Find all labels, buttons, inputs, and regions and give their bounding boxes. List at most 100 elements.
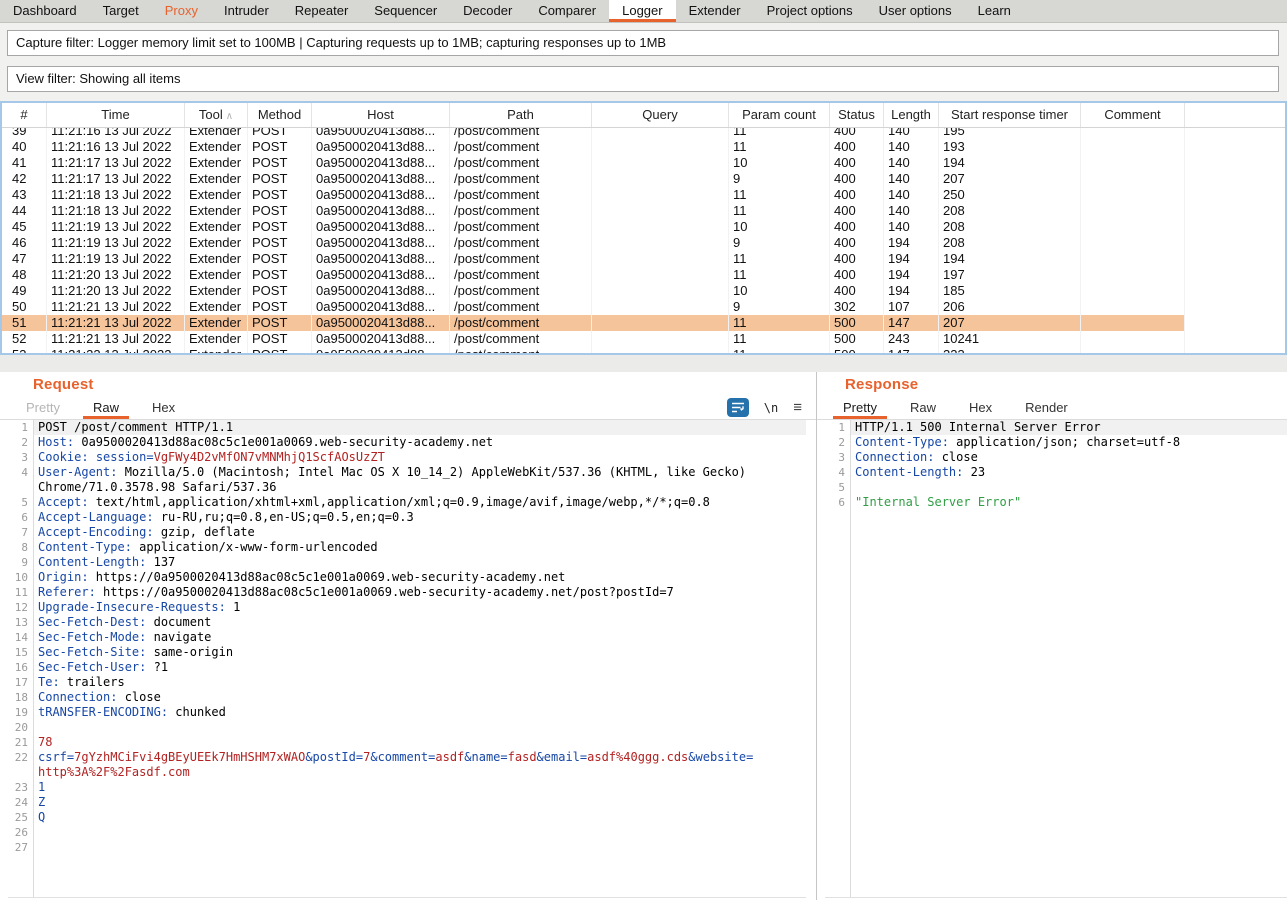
log-row-39[interactable]: 3911:21:16 13 Jul 2022ExtenderPOST0a9500… — [2, 128, 1285, 139]
cell: 43 — [2, 187, 47, 203]
log-row-53[interactable]: 5311:21:22 13 Jul 2022ExtenderPOST0a9500… — [2, 347, 1285, 353]
column-header-filler — [1185, 103, 1285, 127]
log-row-41[interactable]: 4111:21:17 13 Jul 2022ExtenderPOST0a9500… — [2, 155, 1285, 171]
menu-tab-target[interactable]: Target — [90, 0, 152, 22]
line-number: 1 — [8, 420, 33, 435]
line-content: Sec-Fetch-Dest: document — [33, 615, 806, 630]
column-header-method[interactable]: Method — [248, 103, 312, 127]
column-header-status[interactable]: Status — [830, 103, 884, 127]
cell: 11:21:21 13 Jul 2022 — [47, 299, 185, 315]
capture-filter-bar[interactable]: Capture filter: Logger memory limit set … — [7, 30, 1279, 56]
cell: POST — [248, 155, 312, 171]
request-panel-title: Request — [33, 376, 94, 393]
log-row-46[interactable]: 4611:21:19 13 Jul 2022ExtenderPOST0a9500… — [2, 235, 1285, 251]
menu-tab-project-options[interactable]: Project options — [754, 0, 866, 22]
column-header-comment[interactable]: Comment — [1081, 103, 1185, 127]
cell: POST — [248, 283, 312, 299]
cell — [1081, 203, 1185, 219]
line-number: 2 — [825, 435, 850, 450]
cell: 208 — [939, 219, 1081, 235]
menu-tab-comparer[interactable]: Comparer — [525, 0, 609, 22]
response-tab-raw[interactable]: Raw — [900, 398, 946, 419]
cell: Extender — [185, 283, 248, 299]
column-header-host[interactable]: Host — [312, 103, 450, 127]
request-tab-hex[interactable]: Hex — [142, 398, 185, 419]
menu-tab-logger[interactable]: Logger — [609, 0, 675, 22]
line-number: 26 — [8, 825, 33, 840]
cell: 140 — [884, 155, 939, 171]
column-header-param-count[interactable]: Param count — [729, 103, 830, 127]
cell: 0a9500020413d88... — [312, 315, 450, 331]
log-row-45[interactable]: 4511:21:19 13 Jul 2022ExtenderPOST0a9500… — [2, 219, 1285, 235]
menu-tab-repeater[interactable]: Repeater — [282, 0, 361, 22]
line-number: 5 — [8, 495, 33, 510]
cell — [1081, 331, 1185, 347]
cell: 47 — [2, 251, 47, 267]
horizontal-splitter[interactable] — [0, 355, 1287, 372]
line-content: http%3A%2F%2Fasdf.com — [33, 765, 806, 780]
log-row-49[interactable]: 4911:21:20 13 Jul 2022ExtenderPOST0a9500… — [2, 283, 1285, 299]
line-number: 20 — [8, 720, 33, 735]
cell: 53 — [2, 347, 47, 353]
cell: /post/comment — [450, 219, 592, 235]
cell: /post/comment — [450, 331, 592, 347]
log-row-51[interactable]: 5111:21:21 13 Jul 2022ExtenderPOST0a9500… — [2, 315, 1285, 331]
editor-line: 11Referer: https://0a9500020413d88ac08c5… — [8, 585, 806, 600]
cell: 39 — [2, 128, 47, 139]
menu-tab-proxy[interactable]: Proxy — [152, 0, 211, 22]
cell: POST — [248, 171, 312, 187]
column-header-tool[interactable]: Tool∧ — [185, 103, 248, 127]
cell — [1185, 139, 1285, 155]
request-tab-raw[interactable]: Raw — [83, 398, 129, 419]
log-row-42[interactable]: 4211:21:17 13 Jul 2022ExtenderPOST0a9500… — [2, 171, 1285, 187]
cell: 11 — [729, 331, 830, 347]
column-header-#[interactable]: # — [2, 103, 47, 127]
request-tabs: Pretty Raw Hex — [16, 398, 198, 419]
menu-tab-learn[interactable]: Learn — [965, 0, 1024, 22]
line-number: 4 — [8, 465, 33, 480]
log-row-50[interactable]: 5011:21:21 13 Jul 2022ExtenderPOST0a9500… — [2, 299, 1285, 315]
line-content: Content-Length: 23 — [850, 465, 1287, 480]
column-header-path[interactable]: Path — [450, 103, 592, 127]
log-row-47[interactable]: 4711:21:19 13 Jul 2022ExtenderPOST0a9500… — [2, 251, 1285, 267]
column-header-query[interactable]: Query — [592, 103, 729, 127]
cell: 400 — [830, 251, 884, 267]
line-content: Sec-Fetch-Mode: navigate — [33, 630, 806, 645]
menu-tab-intruder[interactable]: Intruder — [211, 0, 282, 22]
column-header-length[interactable]: Length — [884, 103, 939, 127]
response-tab-pretty[interactable]: Pretty — [833, 398, 887, 419]
menu-tab-extender[interactable]: Extender — [676, 0, 754, 22]
cell: 207 — [939, 171, 1081, 187]
word-wrap-icon[interactable] — [727, 398, 749, 417]
editor-menu-icon[interactable]: ≡ — [793, 398, 802, 417]
response-tab-render[interactable]: Render — [1015, 398, 1078, 419]
editor-line: 13Sec-Fetch-Dest: document — [8, 615, 806, 630]
line-content: User-Agent: Mozilla/5.0 (Macintosh; Inte… — [33, 465, 806, 480]
view-filter-bar[interactable]: View filter: Showing all items — [7, 66, 1279, 92]
menu-tab-user-options[interactable]: User options — [866, 0, 965, 22]
response-tab-hex[interactable]: Hex — [959, 398, 1002, 419]
menu-tab-dashboard[interactable]: Dashboard — [0, 0, 90, 22]
response-editor[interactable]: 1HTTP/1.1 500 Internal Server Error2Cont… — [825, 420, 1287, 898]
log-row-44[interactable]: 4411:21:18 13 Jul 2022ExtenderPOST0a9500… — [2, 203, 1285, 219]
log-row-43[interactable]: 4311:21:18 13 Jul 2022ExtenderPOST0a9500… — [2, 187, 1285, 203]
log-row-40[interactable]: 4011:21:16 13 Jul 2022ExtenderPOST0a9500… — [2, 139, 1285, 155]
line-number: 18 — [8, 690, 33, 705]
column-header-time[interactable]: Time — [47, 103, 185, 127]
newline-toggle-icon[interactable]: \n — [764, 401, 778, 415]
editor-line: Chrome/71.0.3578.98 Safari/537.36 — [8, 480, 806, 495]
cell: 400 — [830, 139, 884, 155]
column-header-start-response-timer[interactable]: Start response timer — [939, 103, 1081, 127]
editor-line: 15Sec-Fetch-Site: same-origin — [8, 645, 806, 660]
log-row-52[interactable]: 5211:21:21 13 Jul 2022ExtenderPOST0a9500… — [2, 331, 1285, 347]
request-editor[interactable]: 1POST /post/comment HTTP/1.12Host: 0a950… — [8, 420, 806, 898]
request-tab-pretty[interactable]: Pretty — [16, 398, 70, 419]
menu-tab-decoder[interactable]: Decoder — [450, 0, 525, 22]
cell: 140 — [884, 203, 939, 219]
editor-line: 14Sec-Fetch-Mode: navigate — [8, 630, 806, 645]
log-row-48[interactable]: 4811:21:20 13 Jul 2022ExtenderPOST0a9500… — [2, 267, 1285, 283]
menu-tab-sequencer[interactable]: Sequencer — [361, 0, 450, 22]
main-menu-bar: DashboardTargetProxyIntruderRepeaterSequ… — [0, 0, 1287, 23]
line-content: Accept-Language: ru-RU,ru;q=0.8,en-US;q=… — [33, 510, 806, 525]
cell: 400 — [830, 203, 884, 219]
